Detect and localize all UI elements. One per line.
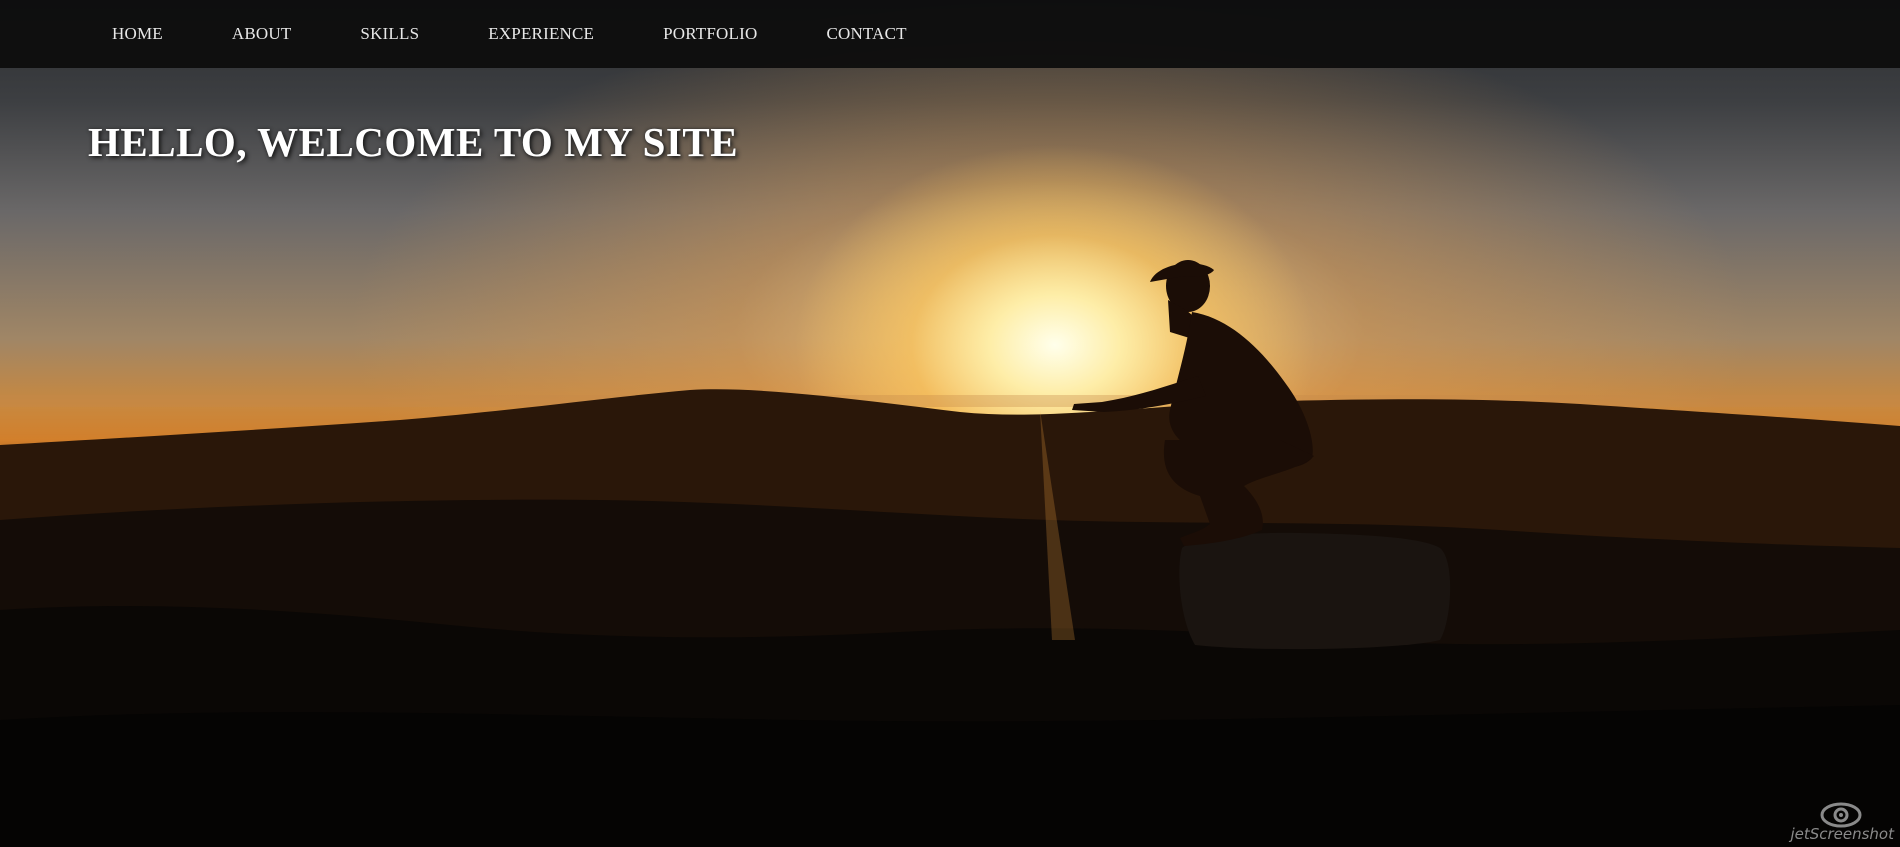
- watermark-text: jetScreenshot: [1790, 825, 1894, 843]
- nav-item-contact[interactable]: CONTACT: [826, 24, 906, 44]
- nav-item-home[interactable]: HOME: [112, 24, 163, 44]
- nav-item-portfolio[interactable]: PORTFOLIO: [663, 24, 757, 44]
- nav-item-about[interactable]: ABOUT: [232, 24, 292, 44]
- nav-item-experience[interactable]: EXPERIENCE: [488, 24, 594, 44]
- nav-menu: HOME ABOUT SKILLS EXPERIENCE PORTFOLIO C…: [112, 0, 976, 68]
- hero-title: HELLO, WELCOME TO MY SITE: [88, 119, 739, 165]
- nav-item-skills[interactable]: SKILLS: [360, 24, 419, 44]
- watermark: jetScreenshot: [1784, 799, 1894, 843]
- page: HOME ABOUT SKILLS EXPERIENCE PORTFOLIO C…: [0, 0, 1900, 847]
- top-navigation-bar: HOME ABOUT SKILLS EXPERIENCE PORTFOLIO C…: [0, 0, 1900, 68]
